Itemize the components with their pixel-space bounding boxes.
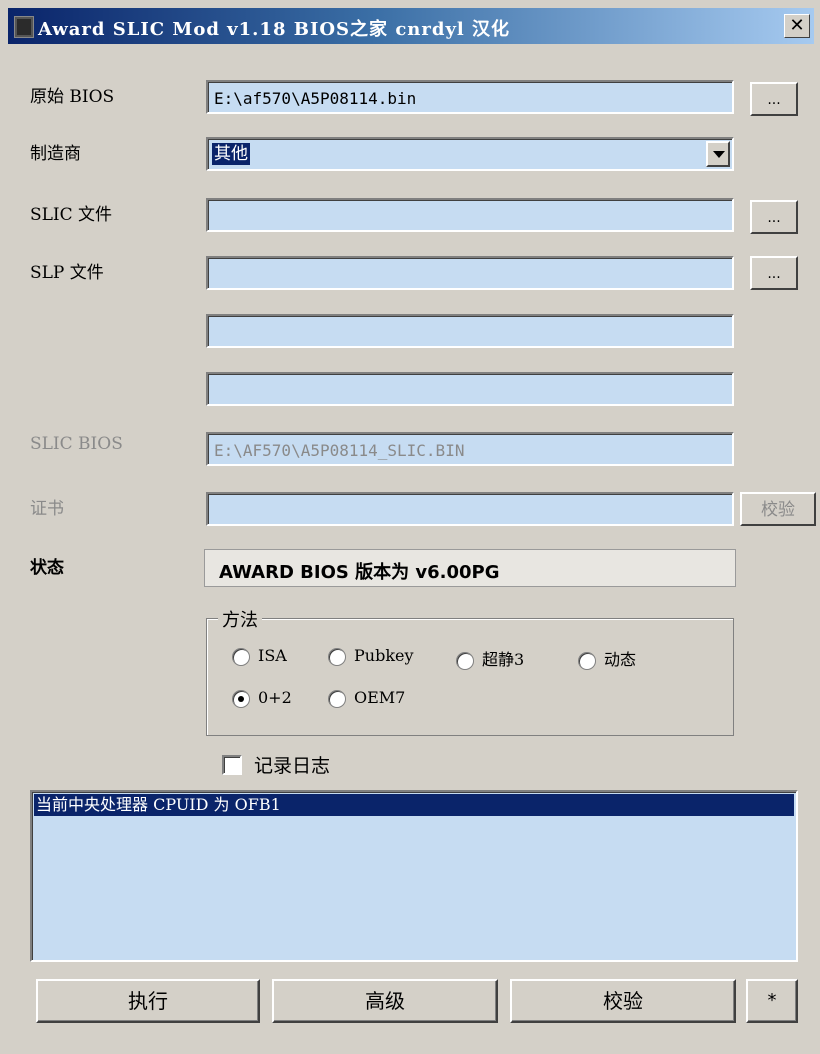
log-checkbox[interactable] xyxy=(222,755,242,775)
slp-file-field[interactable] xyxy=(206,256,734,290)
radio-circle-icon xyxy=(328,647,346,666)
radio-oem7-label: OEM7 xyxy=(354,688,406,707)
method-legend: 方法 xyxy=(218,606,262,632)
radio-0plus2[interactable]: 0+2 xyxy=(232,688,292,712)
radio-pubkey-label: Pubkey xyxy=(354,646,414,665)
radio-isa[interactable]: ISA xyxy=(232,646,287,670)
extra-field-1[interactable] xyxy=(206,314,734,348)
status-value: AWARD BIOS 版本为 v6.00PG xyxy=(204,549,736,587)
cert-verify-button: 校验 xyxy=(740,492,816,526)
slic-file-label: SLIC 文件 xyxy=(30,205,113,225)
radio-selected-icon xyxy=(232,689,250,708)
method-groupbox xyxy=(206,618,734,736)
bios-path-field[interactable]: E:\af570\A5P08114.bin xyxy=(206,80,734,114)
chevron-down-icon[interactable] xyxy=(706,141,730,167)
advanced-button[interactable]: 高级 xyxy=(272,979,498,1023)
execute-button[interactable]: 执行 xyxy=(36,979,260,1023)
cert-field xyxy=(206,492,734,526)
bios-browse-button[interactable]: ... xyxy=(750,82,798,116)
cert-label: 证书 xyxy=(30,499,64,519)
title-bar[interactable]: Award SLIC Mod v1.18 BIOS之家 cnrdyl 汉化 ✕ xyxy=(8,8,814,44)
slic-file-field[interactable] xyxy=(206,198,734,232)
extra-field-2[interactable] xyxy=(206,372,734,406)
radio-dynamic[interactable]: 动态 xyxy=(578,646,636,670)
slic-browse-button[interactable]: ... xyxy=(750,200,798,234)
radio-chaojing3-label: 超静3 xyxy=(482,650,525,669)
maker-label: 制造商 xyxy=(30,144,81,164)
bios-label: 原始 BIOS xyxy=(30,87,115,107)
slic-bios-label: SLIC BIOS xyxy=(30,434,123,454)
radio-circle-icon xyxy=(232,647,250,666)
log-output[interactable]: 当前中央处理器 CPUID 为 OFB1 xyxy=(30,790,798,962)
radio-0plus2-label: 0+2 xyxy=(258,688,292,707)
slp-browse-button[interactable]: ... xyxy=(750,256,798,290)
app-icon xyxy=(14,16,34,38)
slp-file-label: SLP 文件 xyxy=(30,263,104,283)
radio-chaojing3[interactable]: 超静3 xyxy=(456,646,524,670)
app-window: Award SLIC Mod v1.18 BIOS之家 cnrdyl 汉化 ✕ … xyxy=(0,0,820,1054)
slic-bios-field: E:\AF570\A5P08114_SLIC.BIN xyxy=(206,432,734,466)
radio-oem7[interactable]: OEM7 xyxy=(328,688,405,712)
radio-pubkey[interactable]: Pubkey xyxy=(328,646,414,670)
verify-button[interactable]: 校验 xyxy=(510,979,736,1023)
window-title: Award SLIC Mod v1.18 BIOS之家 cnrdyl 汉化 xyxy=(38,19,511,40)
log-line[interactable]: 当前中央处理器 CPUID 为 OFB1 xyxy=(34,794,794,816)
radio-circle-icon xyxy=(328,689,346,708)
radio-dynamic-label: 动态 xyxy=(604,650,637,669)
close-button[interactable]: ✕ xyxy=(784,14,810,38)
maker-select[interactable]: 其他 xyxy=(206,137,734,171)
radio-isa-label: ISA xyxy=(258,646,287,665)
status-label: 状态 xyxy=(30,558,64,578)
log-checkbox-label[interactable]: 记录日志 xyxy=(254,751,330,778)
radio-circle-icon xyxy=(456,651,474,670)
radio-circle-icon xyxy=(578,651,596,670)
maker-selected-value: 其他 xyxy=(212,143,250,165)
star-button[interactable]: * xyxy=(746,979,798,1023)
